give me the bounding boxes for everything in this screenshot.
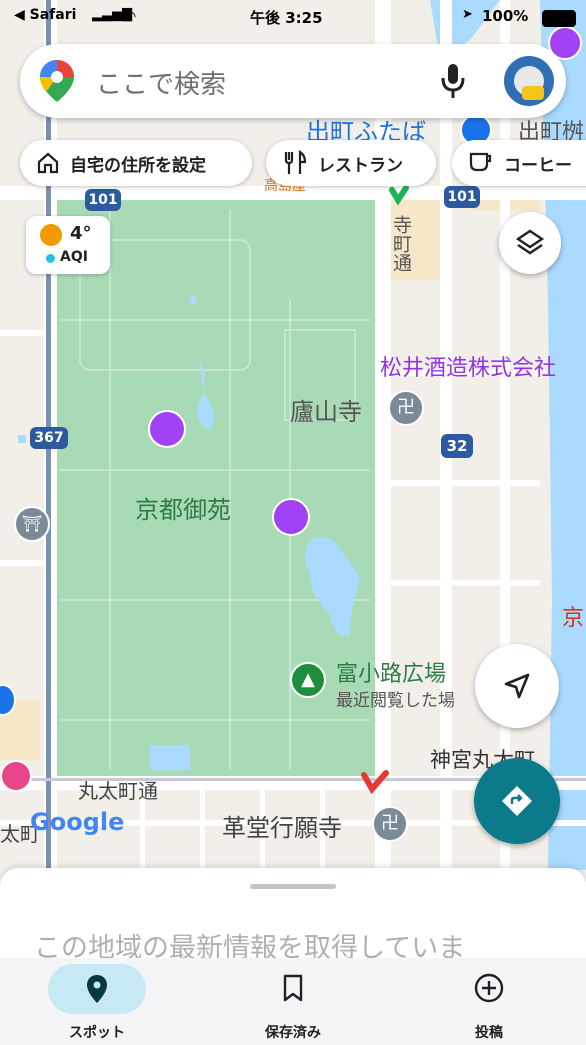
directions-icon bbox=[502, 786, 532, 816]
battery-icon bbox=[542, 10, 576, 27]
sheet-drag-handle[interactable] bbox=[250, 884, 336, 889]
route-shield-32: 32 bbox=[441, 434, 473, 458]
tab-explore[interactable]: スポット bbox=[22, 958, 172, 1045]
label-matsui-sake[interactable]: 松井酒造株式会社 bbox=[380, 350, 556, 382]
chip-label: 自宅の住所を設定 bbox=[70, 155, 206, 176]
status-bar: ◀ Safari ▂▃▅▇ ◠ 午後 3:25 ➤ 100% bbox=[0, 0, 586, 34]
tab-contribute[interactable]: 投稿 bbox=[414, 958, 564, 1045]
label-rozanji[interactable]: 廬山寺 bbox=[290, 392, 362, 427]
google-logo: Google bbox=[30, 808, 125, 836]
bookmark-icon bbox=[283, 974, 303, 1002]
google-maps-logo-icon bbox=[40, 60, 74, 102]
shrine-pin[interactable]: ⛩ bbox=[14, 506, 50, 542]
layers-icon bbox=[515, 229, 545, 255]
tab-label: スポット bbox=[69, 1025, 125, 1041]
search-input[interactable]: ここで検索 bbox=[96, 64, 226, 101]
navigation-arrow-icon bbox=[504, 673, 530, 699]
hotel-pin[interactable] bbox=[0, 760, 32, 792]
route-shield-101-right: 101 bbox=[444, 186, 480, 208]
clock: 午後 3:25 bbox=[250, 9, 323, 27]
home-icon bbox=[36, 151, 60, 175]
microphone-icon[interactable] bbox=[440, 62, 466, 100]
poi-purple-pin-1[interactable] bbox=[148, 410, 186, 448]
label-kodo-gyoganji[interactable]: 革堂行願寺 bbox=[222, 808, 342, 843]
bottom-tab-bar: スポット 保存済み 投稿 bbox=[0, 958, 586, 1045]
chip-label: コーヒー bbox=[504, 155, 572, 176]
label-marutamachi-dori: 丸太町通 bbox=[78, 779, 158, 803]
map-canvas bbox=[0, 0, 586, 870]
location-pin-icon bbox=[87, 975, 107, 1003]
wifi-icon: ◠ bbox=[124, 7, 136, 25]
search-bar[interactable]: ここで検索 bbox=[20, 44, 566, 118]
map-view[interactable]: 101 101 367 32 出町ふたば 出町桝 寺町通 松井酒造株式会社 廬山… bbox=[0, 0, 586, 870]
back-to-safari[interactable]: ◀ Safari bbox=[14, 7, 76, 23]
tab-saved[interactable]: 保存済み bbox=[218, 958, 368, 1045]
chip-label: レストラン bbox=[318, 155, 403, 176]
bottom-sheet[interactable]: この地域の最新情報を取得していま bbox=[0, 868, 586, 968]
label-recently-viewed: 最近閲覧した場 bbox=[336, 691, 455, 711]
profile-avatar[interactable] bbox=[504, 56, 554, 106]
chip-coffee[interactable]: コーヒー bbox=[452, 140, 586, 186]
coffee-cup-icon bbox=[468, 150, 494, 176]
route-shield-101-left: 101 bbox=[85, 189, 121, 211]
my-location-button[interactable] bbox=[475, 644, 559, 728]
park-pin-tominokoji[interactable]: ▲ bbox=[290, 662, 326, 698]
chip-restaurants[interactable]: レストラン bbox=[266, 140, 436, 186]
temple-pin-kodo[interactable]: 卍 bbox=[372, 806, 408, 842]
weather-temp: 4° bbox=[70, 223, 92, 244]
label-kyo: 京 bbox=[562, 606, 585, 631]
sun-icon bbox=[40, 224, 62, 246]
label-kyoto-gyoen[interactable]: 京都御苑 bbox=[135, 490, 231, 525]
tab-label: 保存済み bbox=[265, 1025, 321, 1041]
battery-percent: 100% bbox=[482, 7, 529, 25]
chip-set-home-address[interactable]: 自宅の住所を設定 bbox=[20, 140, 252, 186]
label-tominokoji[interactable]: 富小路広場 bbox=[336, 656, 446, 688]
route-shield-367: 367 bbox=[30, 427, 68, 449]
temple-pin-rozanji[interactable]: 卍 bbox=[388, 390, 424, 426]
location-arrow-icon: ➤ bbox=[462, 7, 473, 22]
add-circle-icon bbox=[474, 973, 504, 1003]
layers-button[interactable] bbox=[499, 212, 561, 274]
aqi-label: AQI bbox=[60, 249, 88, 265]
aqi-dot-icon bbox=[46, 254, 55, 263]
label-teramachi-dori: 寺町通 bbox=[390, 215, 412, 272]
weather-widget[interactable]: 4° AQI bbox=[26, 216, 110, 274]
tab-label: 投稿 bbox=[475, 1025, 503, 1041]
fork-knife-icon bbox=[282, 150, 308, 176]
poi-purple-pin-2[interactable] bbox=[272, 498, 310, 536]
directions-button[interactable] bbox=[474, 758, 560, 844]
